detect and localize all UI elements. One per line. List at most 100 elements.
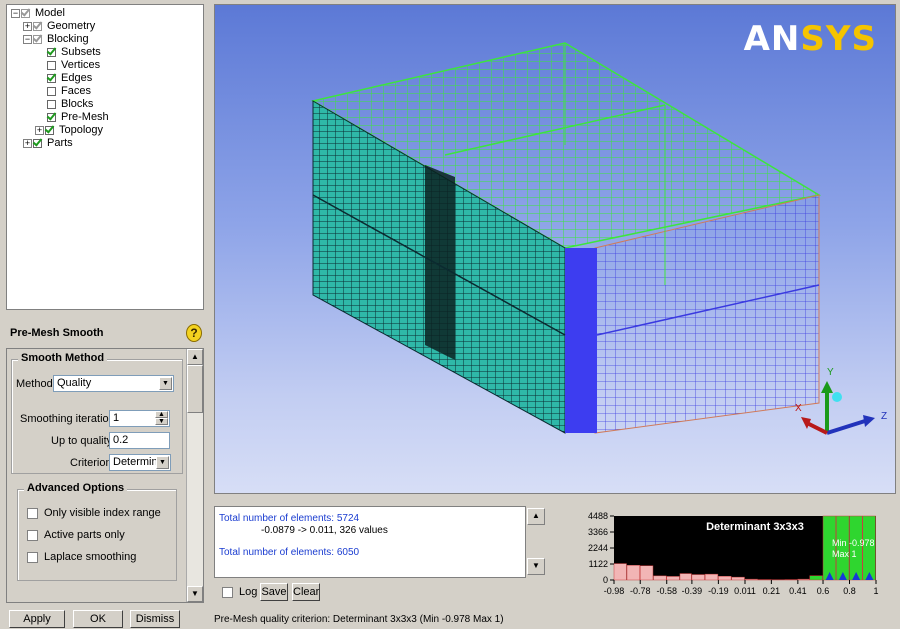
tree-node-geometry[interactable]: + Geometry <box>23 20 95 33</box>
histogram-x-tick: -0.19 <box>708 586 729 596</box>
axis-x-label: X <box>795 403 802 414</box>
tree-label-premesh[interactable]: Pre-Mesh <box>61 111 109 124</box>
histogram-bar <box>626 565 640 581</box>
quality-histogram[interactable]: Determinant 3x3x3 Min -0.978 Max 1 4488 3366… <box>564 511 894 604</box>
stepper-up-icon[interactable]: ▲ <box>155 411 168 418</box>
histogram-y-tick: 0 <box>603 575 608 585</box>
collapse-icon[interactable]: − <box>23 35 32 44</box>
mesh-view <box>310 42 875 435</box>
tree-node-topology[interactable]: + Topology <box>35 124 103 137</box>
method-select[interactable]: Quality ▼ <box>53 375 174 392</box>
model-checkbox[interactable] <box>21 9 30 18</box>
clear-button[interactable]: Clear <box>292 583 320 601</box>
iterations-stepper[interactable]: 1 ▲ ▼ <box>109 410 170 427</box>
geometry-checkbox[interactable] <box>33 22 42 31</box>
checkbox-box[interactable] <box>27 507 38 519</box>
histogram-min-annotation: Min -0.978 <box>832 538 875 548</box>
histogram-bar <box>691 574 705 581</box>
scroll-up-icon[interactable]: ▲ <box>187 349 203 365</box>
laplace-checkbox[interactable]: Laplace smoothing <box>27 551 136 563</box>
tree-node-blocks[interactable]: Blocks <box>47 98 93 111</box>
mesh-dense-band <box>425 165 455 360</box>
criterion-label: Criterion <box>70 457 112 469</box>
graphics-viewport[interactable]: ANSYS Y X Z <box>214 4 896 494</box>
tree-node-subsets[interactable]: Subsets <box>47 46 101 59</box>
dismiss-button[interactable]: Dismiss <box>130 610 180 628</box>
histogram-y-tick: 4488 <box>588 512 608 521</box>
tree-label-topology[interactable]: Topology <box>59 124 103 137</box>
form-scrollbar[interactable]: ▲ ▼ <box>186 349 203 602</box>
only-visible-checkbox[interactable]: Only visible index range <box>27 507 161 519</box>
quality-input[interactable]: 0.2 <box>109 432 170 449</box>
active-parts-checkbox[interactable]: Active parts only <box>27 529 125 541</box>
histogram-y-tick: 3366 <box>588 527 608 537</box>
tree-label-model[interactable]: Model <box>35 7 65 20</box>
histogram-y-tick: 1122 <box>589 559 608 569</box>
message-scrollbar[interactable]: ▲ ▼ <box>527 506 547 578</box>
tree-node-vertices[interactable]: Vertices <box>47 59 100 72</box>
histogram-x-tick: -0.98 <box>604 586 625 596</box>
chevron-down-icon[interactable]: ▼ <box>156 456 169 469</box>
tree-node-blocking[interactable]: − Blocking <box>23 33 89 46</box>
tree-label-subsets[interactable]: Subsets <box>61 46 101 59</box>
checkbox-box[interactable] <box>27 529 38 541</box>
histogram-title: Determinant 3x3x3 <box>706 521 804 533</box>
parts-checkbox[interactable] <box>33 139 42 148</box>
scroll-thumb[interactable] <box>187 365 203 413</box>
tree-label-parts[interactable]: Parts <box>47 137 73 150</box>
mesh-edge-strip <box>565 248 597 433</box>
histogram-x-tick: -0.58 <box>656 586 677 596</box>
checkbox-box[interactable] <box>222 586 233 598</box>
ok-button[interactable]: OK <box>73 610 123 628</box>
tree-node-premesh[interactable]: Pre-Mesh <box>47 111 109 124</box>
scroll-down-icon[interactable]: ▼ <box>187 586 203 602</box>
tree-node-parts[interactable]: + Parts <box>23 137 73 150</box>
vertices-checkbox[interactable] <box>47 61 56 70</box>
expand-icon[interactable]: + <box>23 139 32 148</box>
expand-icon[interactable]: + <box>23 22 32 31</box>
tree-node-edges[interactable]: Edges <box>47 72 92 85</box>
quality-label: Up to quality <box>51 435 113 447</box>
log-checkbox[interactable]: Log <box>222 586 257 598</box>
tree-node-faces[interactable]: Faces <box>47 85 91 98</box>
histogram-x-tick: 0.8 <box>843 586 856 596</box>
message-line-2: -0.0879 -> 0.011, 326 values <box>261 525 388 536</box>
tree-label-vertices[interactable]: Vertices <box>61 59 100 72</box>
help-icon[interactable]: ? <box>186 324 202 342</box>
histogram-x-tick: 0.011 <box>734 586 756 596</box>
quality-value: 0.2 <box>113 434 129 446</box>
checkbox-box[interactable] <box>27 551 38 563</box>
message-window[interactable]: Total number of elements: 5724 -0.0879 -… <box>214 506 526 578</box>
blocking-checkbox[interactable] <box>33 35 42 44</box>
model-tree[interactable]: − Model + Geometry − Blocking Subsets Verti… <box>6 4 204 310</box>
tree-label-geometry[interactable]: Geometry <box>47 20 95 33</box>
blocks-checkbox[interactable] <box>47 100 56 109</box>
histogram-bar <box>718 576 732 581</box>
edges-checkbox[interactable] <box>47 74 56 83</box>
histogram-bar <box>731 576 745 581</box>
stepper-down-icon[interactable]: ▼ <box>155 418 168 425</box>
save-button[interactable]: Save <box>260 583 288 601</box>
premesh-checkbox[interactable] <box>47 113 56 122</box>
tree-label-edges[interactable]: Edges <box>61 72 92 85</box>
chevron-down-icon[interactable]: ▼ <box>159 377 172 390</box>
faces-checkbox[interactable] <box>47 87 56 96</box>
histogram-bar <box>679 573 692 581</box>
tree-label-faces[interactable]: Faces <box>61 85 91 98</box>
tree-label-blocking[interactable]: Blocking <box>47 33 89 46</box>
criterion-select[interactable]: Determinar ▼ <box>109 454 171 471</box>
expand-icon[interactable]: + <box>35 126 44 135</box>
log-label: Log <box>239 586 258 598</box>
collapse-icon[interactable]: − <box>11 9 20 18</box>
histogram-bar <box>666 576 680 581</box>
laplace-label: Laplace smoothing <box>44 551 137 563</box>
tree-label-blocks[interactable]: Blocks <box>61 98 93 111</box>
histogram-bar <box>704 573 719 581</box>
smooth-method-title: Smooth Method <box>18 352 108 364</box>
histogram-x-tick: 0.6 <box>817 586 830 596</box>
subsets-checkbox[interactable] <box>47 48 56 57</box>
topology-checkbox[interactable] <box>45 126 54 135</box>
scroll-down-icon[interactable]: ▼ <box>527 558 545 575</box>
scroll-up-icon[interactable]: ▲ <box>527 508 545 525</box>
apply-button[interactable]: Apply <box>9 610 65 628</box>
